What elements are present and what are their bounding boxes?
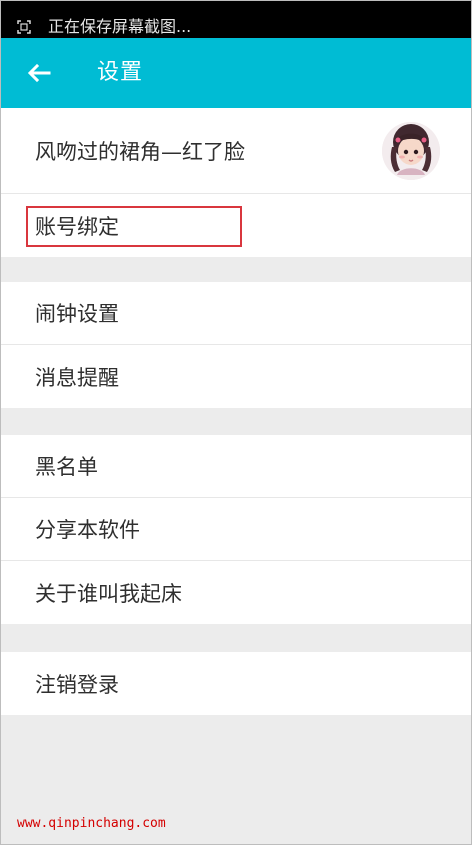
account-binding-label: 账号绑定: [35, 214, 119, 239]
profile-section: 风吻过的裙角—红了脸 账号绑定: [1, 108, 471, 257]
app-window: 正在保存屏幕截图... 设置 风吻过的裙角—红了脸 账号绑定 闹钟设置 消息提醒…: [0, 0, 472, 845]
notification-settings-section: 闹钟设置 消息提醒: [1, 282, 471, 408]
app-bar: 设置: [1, 38, 471, 108]
account-binding-row[interactable]: 账号绑定: [1, 194, 471, 257]
profile-row[interactable]: 风吻过的裙角—红了脸: [1, 108, 471, 194]
arrow-left-icon[interactable]: [25, 59, 53, 87]
screenshot-icon: [17, 20, 31, 34]
about-app-label: 关于谁叫我起床: [35, 581, 182, 606]
logout-label: 注销登录: [35, 672, 119, 697]
watermark-text: www.qinpinchang.com: [17, 816, 166, 831]
share-app-row[interactable]: 分享本软件: [1, 498, 471, 561]
message-reminder-label: 消息提醒: [35, 365, 119, 390]
alarm-settings-label: 闹钟设置: [35, 302, 119, 326]
alarm-settings-row[interactable]: 闹钟设置: [1, 282, 471, 345]
logout-row[interactable]: 注销登录: [1, 652, 471, 715]
avatar-icon[interactable]: [382, 122, 440, 180]
about-app-row[interactable]: 关于谁叫我起床: [1, 561, 471, 624]
notification-text: 正在保存屏幕截图...: [48, 17, 192, 36]
blacklist-row[interactable]: 黑名单: [1, 435, 471, 498]
username-label: 风吻过的裙角—红了脸: [35, 139, 245, 164]
logout-section: 注销登录: [1, 652, 471, 715]
more-settings-section: 黑名单 分享本软件 关于谁叫我起床: [1, 435, 471, 624]
blacklist-label: 黑名单: [35, 455, 98, 479]
share-app-label: 分享本软件: [35, 518, 140, 542]
page-title: 设置: [97, 60, 144, 85]
message-reminder-row[interactable]: 消息提醒: [1, 345, 471, 408]
status-bar: 正在保存屏幕截图...: [1, 1, 471, 38]
